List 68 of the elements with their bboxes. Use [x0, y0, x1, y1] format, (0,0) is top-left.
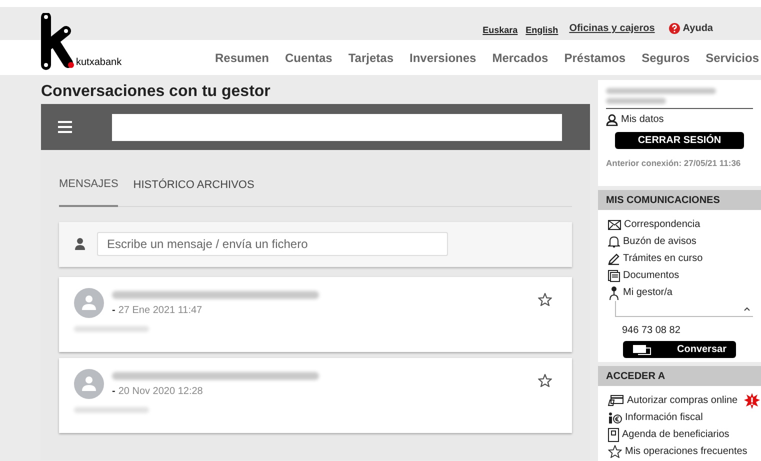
offices-link[interactable]: Oficinas y cajeros — [569, 21, 655, 36]
sidebar-link[interactable]: Autorizar compras online — [608, 392, 761, 409]
kutxabank-logo[interactable]: kutxabank — [40, 13, 122, 71]
link-label: Trámites en curso — [623, 252, 703, 266]
star-icon[interactable] — [538, 292, 552, 306]
section-header: MIS COMUNICACIONES — [598, 190, 761, 210]
nav-link[interactable]: Tarjetas — [348, 48, 394, 66]
sidebar-link[interactable]: Mis operaciones frecuentes — [608, 443, 761, 460]
bell-icon — [608, 235, 620, 248]
sidebar-link[interactable]: Buzón de avisos — [608, 233, 761, 250]
link-label: Autorizar compras online — [627, 394, 738, 408]
search-field[interactable] — [112, 114, 562, 140]
sidebar-link[interactable]: Documentos — [608, 267, 761, 284]
nav-link[interactable]: Inversiones — [410, 48, 476, 66]
tab[interactable]: HISTÓRICO ARCHIVOS — [133, 176, 254, 206]
link-label: Documentos — [623, 269, 680, 283]
sidebar-link[interactable]: Mi gestor/a — [608, 284, 761, 301]
sidebar-link[interactable]: Información fiscal — [608, 409, 761, 426]
language-link[interactable]: Euskara — [482, 24, 518, 37]
chat-button[interactable]: Conversar — [623, 341, 736, 358]
card-icon — [608, 395, 624, 406]
message-date: - 27 Ene 2021 11:47 — [112, 304, 204, 318]
tab[interactable]: MENSAJES — [59, 176, 118, 206]
help-icon — [668, 23, 680, 34]
avatar-icon — [74, 288, 104, 318]
link-label: Mis operaciones frecuentes — [625, 445, 748, 459]
section-header: ACCEDER A — [598, 366, 761, 386]
message-card[interactable]: - 27 Ene 2021 11:47 — [59, 276, 572, 352]
logo-text: kutxabank — [76, 56, 122, 70]
star-icon[interactable] — [538, 374, 552, 386]
link-label: Información fiscal — [625, 411, 703, 425]
logout-button[interactable]: CERRAR SESIÓN — [615, 132, 744, 149]
envelope-icon — [608, 220, 621, 230]
nav-link[interactable]: Cuentas — [285, 48, 332, 66]
avatar-icon — [74, 368, 104, 398]
nav-link[interactable]: Préstamos — [564, 48, 626, 66]
my-data-link[interactable]: Mis datos — [606, 112, 753, 127]
sidebar-link[interactable]: Agenda de beneficiarios — [608, 426, 761, 443]
caret-icon — [744, 306, 750, 310]
nav-link[interactable]: Resumen — [214, 48, 270, 66]
nav-link[interactable]: Servicios — [706, 48, 759, 66]
help-link[interactable]: Ayuda — [668, 21, 713, 36]
star-icon — [608, 445, 622, 458]
page-title: Conversaciones con tu gestor — [41, 82, 272, 102]
message-date: - 20 Nov 2020 12:28 — [112, 384, 204, 398]
nav-link[interactable]: Seguros — [642, 48, 690, 66]
pen-icon — [608, 252, 620, 264]
person-icon — [75, 238, 85, 250]
phone-number: 946 73 08 82 — [622, 324, 682, 338]
sidebar-link[interactable]: Correspondencia — [608, 216, 761, 233]
last-login-text: Anterior conexión: 27/05/21 11:36 — [606, 157, 742, 170]
nav-link[interactable]: Mercados — [492, 48, 548, 66]
documents-icon — [608, 270, 620, 282]
sidebar-link[interactable]: Trámites en curso — [608, 250, 761, 267]
notebook-icon — [608, 428, 619, 442]
chat-icon — [633, 344, 651, 354]
language-link[interactable]: English — [526, 24, 558, 37]
link-label: Agenda de beneficiarios — [622, 428, 730, 442]
info-icon — [608, 412, 622, 424]
link-label: Correspondencia — [624, 218, 700, 232]
redacted-name — [606, 98, 666, 104]
link-label: Mi gestor/a — [623, 286, 672, 300]
message-card[interactable]: - 20 Nov 2020 12:28 — [59, 358, 572, 432]
person-icon — [608, 286, 620, 300]
user-icon — [606, 114, 618, 126]
message-input[interactable]: Escribe un mensaje / envía un fichero — [97, 232, 448, 256]
link-label: Buzón de avisos — [623, 235, 696, 249]
menu-icon[interactable] — [58, 121, 72, 133]
